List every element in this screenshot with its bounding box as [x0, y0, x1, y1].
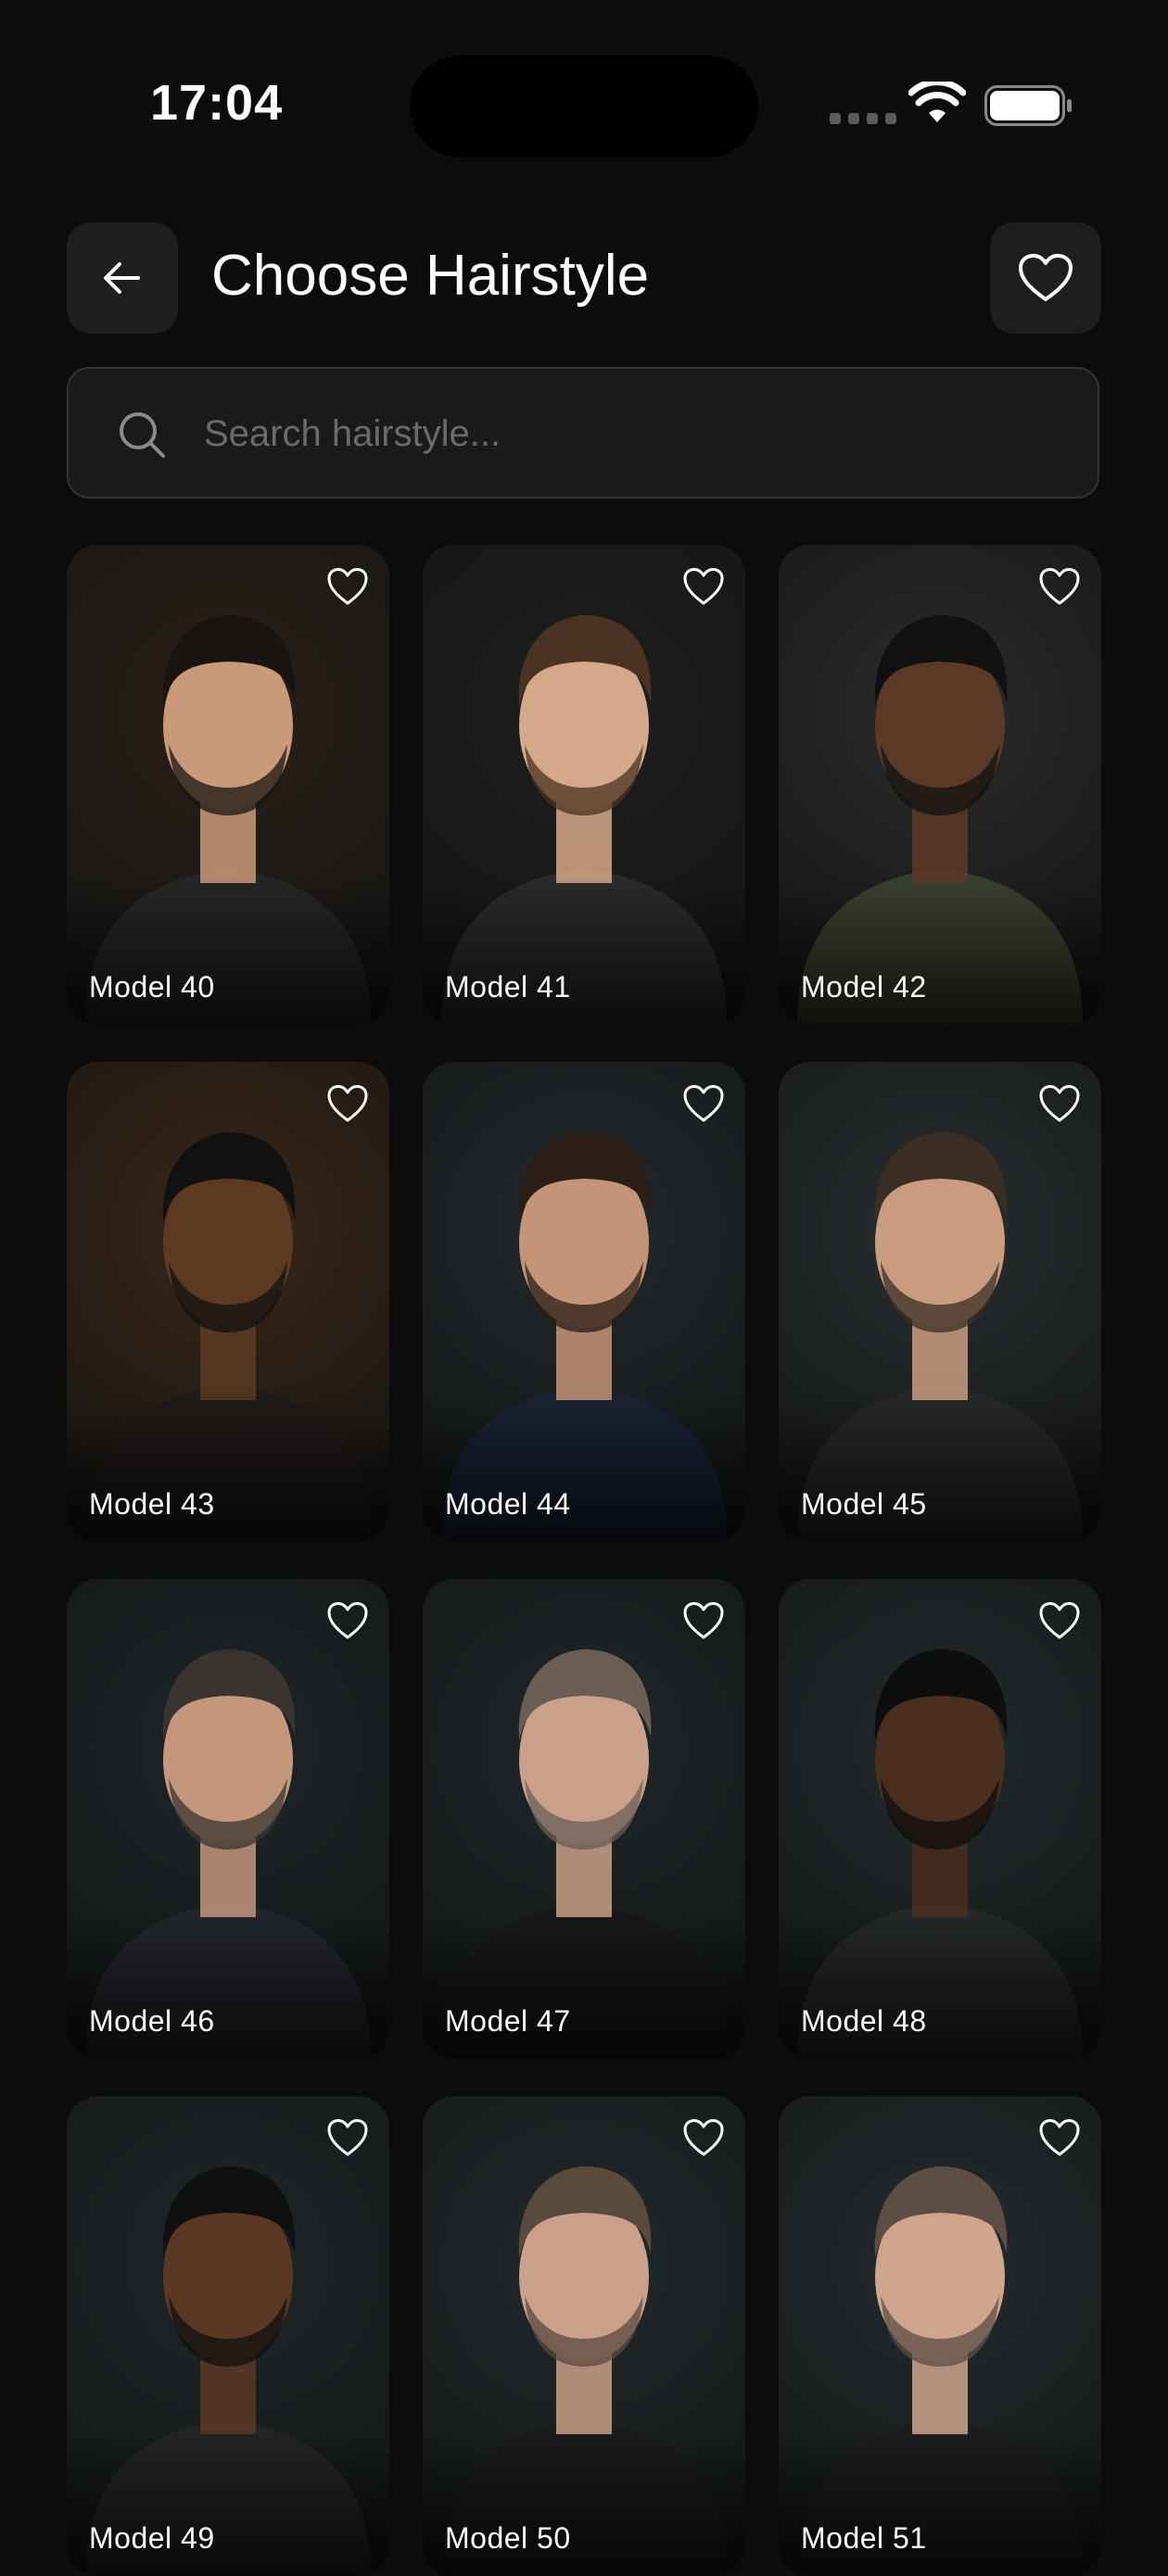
page-title: Choose Hairstyle: [211, 244, 650, 308]
model-label: Model 47: [445, 2004, 571, 2038]
favorite-heart-icon[interactable]: [1038, 2118, 1081, 2157]
model-card[interactable]: Model 50: [423, 2096, 745, 2576]
model-label: Model 42: [801, 970, 927, 1004]
dynamic-island: [410, 56, 758, 158]
favorite-heart-icon[interactable]: [1038, 1084, 1081, 1123]
model-card[interactable]: Model 45: [779, 1062, 1101, 1542]
favorite-heart-icon[interactable]: [682, 1601, 725, 1640]
heart-outline-icon: [1019, 254, 1073, 301]
model-label: Model 45: [801, 1487, 927, 1521]
favorite-heart-icon[interactable]: [1038, 1601, 1081, 1640]
hairstyle-grid: Model 40 Model 41 Model 42 Model 43 Model 44…: [67, 545, 1101, 2576]
model-label: Model 49: [89, 2521, 215, 2555]
model-label: Model 40: [89, 970, 215, 1004]
model-card[interactable]: Model 44: [423, 1062, 745, 1542]
model-card[interactable]: Model 49: [67, 2096, 389, 2576]
model-card[interactable]: Model 43: [67, 1062, 389, 1542]
model-label: Model 50: [445, 2521, 571, 2555]
favorite-heart-icon[interactable]: [326, 2118, 369, 2157]
favorites-button[interactable]: [990, 222, 1101, 334]
model-label: Model 51: [801, 2521, 927, 2555]
model-card[interactable]: Model 47: [423, 1579, 745, 2059]
model-label: Model 46: [89, 2004, 215, 2038]
model-card[interactable]: Model 51: [779, 2096, 1101, 2576]
favorite-heart-icon[interactable]: [682, 567, 725, 606]
status-bar: 17:04: [0, 0, 1168, 185]
model-card[interactable]: Model 42: [779, 545, 1101, 1025]
arrow-left-icon: [104, 262, 140, 294]
search-bar[interactable]: [67, 367, 1099, 499]
favorite-heart-icon[interactable]: [326, 1601, 369, 1640]
model-label: Model 48: [801, 2004, 927, 2038]
battery-icon: [984, 85, 1072, 126]
favorite-heart-icon[interactable]: [682, 2118, 725, 2157]
favorite-heart-icon[interactable]: [1038, 567, 1081, 606]
model-card[interactable]: Model 41: [423, 545, 745, 1025]
favorite-heart-icon[interactable]: [682, 1084, 725, 1123]
status-time: 17:04: [150, 75, 284, 131]
favorite-heart-icon[interactable]: [326, 1084, 369, 1123]
model-label: Model 43: [89, 1487, 215, 1521]
search-input[interactable]: [204, 397, 1038, 471]
favorite-heart-icon[interactable]: [326, 567, 369, 606]
back-button[interactable]: [67, 222, 178, 334]
model-card[interactable]: Model 46: [67, 1579, 389, 2059]
model-card[interactable]: Model 48: [779, 1579, 1101, 2059]
model-label: Model 41: [445, 970, 571, 1004]
model-label: Model 44: [445, 1487, 571, 1521]
cellular-signal-icon: [830, 113, 896, 124]
search-icon: [120, 412, 165, 458]
model-card[interactable]: Model 40: [67, 545, 389, 1025]
wifi-icon: [908, 82, 966, 122]
